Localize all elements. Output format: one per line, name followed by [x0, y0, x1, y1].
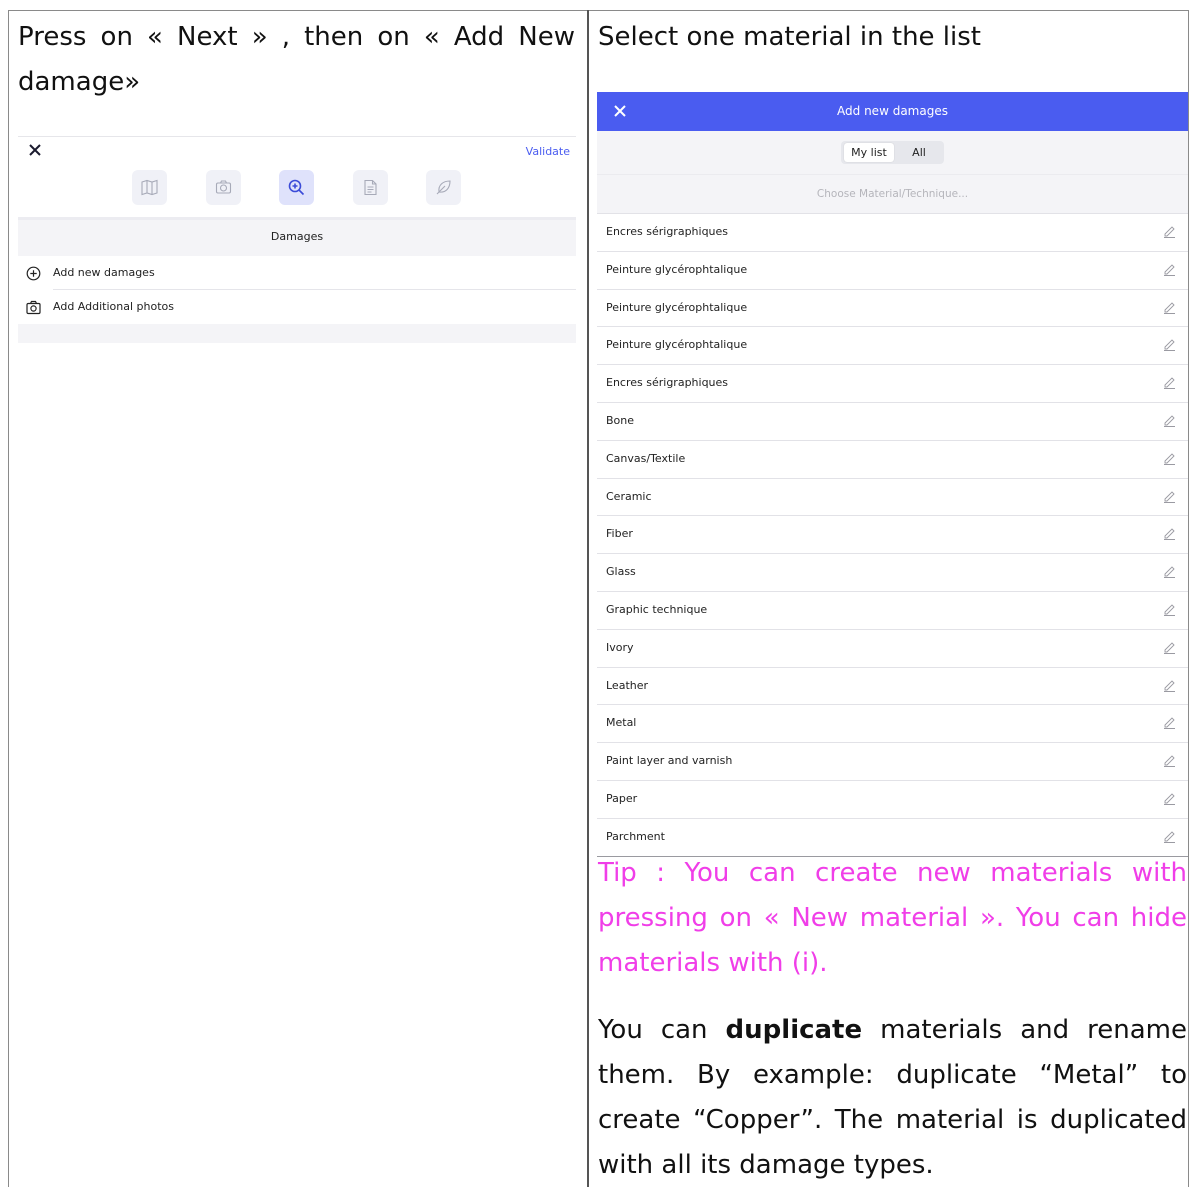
material-row[interactable]: Ivory [597, 628, 1188, 667]
material-name: Metal [606, 716, 637, 730]
material-name: Peinture glycérophtalique [606, 300, 748, 314]
add-additional-photos-button[interactable]: Add Additional photos [18, 290, 576, 324]
material-row[interactable]: Metal [597, 704, 1188, 742]
step-damages-button[interactable] [279, 170, 314, 205]
table-left-border [8, 10, 9, 1187]
material-row[interactable]: Encres sérigraphiques [597, 213, 1188, 251]
edit-pencil-icon[interactable] [1163, 338, 1176, 352]
material-row[interactable]: Peinture glycérophtalique [597, 288, 1188, 327]
edit-pencil-icon[interactable] [1163, 452, 1176, 465]
book-icon [141, 179, 158, 196]
note-text-before: You can [598, 1015, 726, 1045]
camera-icon [26, 300, 41, 315]
material-list: Encres sérigraphiques Peinture glycéropht… [597, 213, 1188, 856]
left-instruction: Press on « Next » , then on « Add New da… [18, 22, 575, 97]
validate-button[interactable]: Validate [526, 145, 570, 158]
edit-pencil-icon[interactable] [1163, 301, 1176, 314]
material-name: Encres sérigraphiques [606, 225, 729, 238]
edit-pencil-icon[interactable] [1163, 527, 1176, 541]
list-filter-bar: My list All [597, 131, 1188, 175]
material-name: Ivory [606, 640, 634, 654]
header-title: Add new damages [837, 104, 948, 118]
edit-pencil-icon[interactable] [1163, 225, 1176, 238]
edit-pencil-icon[interactable] [1163, 603, 1176, 616]
edit-pencil-icon[interactable] [1163, 565, 1176, 579]
material-name: Canvas/Textile [606, 451, 686, 465]
all-tab[interactable]: All [898, 143, 940, 162]
add-additional-photos-label: Add Additional photos [53, 300, 174, 313]
close-icon[interactable] [28, 143, 42, 157]
list-footer [18, 324, 576, 343]
material-row[interactable]: Ceramic [597, 477, 1188, 516]
step-document-button[interactable] [353, 170, 388, 205]
note-bold: duplicate [725, 1015, 863, 1045]
step-signature-button[interactable] [426, 170, 461, 205]
edit-pencil-icon[interactable] [1163, 792, 1176, 805]
edit-pencil-icon[interactable] [1163, 414, 1176, 427]
edit-pencil-icon[interactable] [1163, 830, 1176, 843]
edit-pencil-icon[interactable] [1163, 376, 1176, 390]
edit-pencil-icon[interactable] [1163, 263, 1176, 276]
material-name: Peinture glycérophtalique [606, 338, 748, 352]
material-row[interactable]: Canvas/Textile [597, 439, 1188, 478]
material-name: Glass [606, 565, 636, 579]
right-instruction: Select one material in the list [598, 22, 981, 52]
step-navigation [18, 170, 576, 205]
material-name: Bone [606, 413, 635, 427]
material-name: Parchment [606, 829, 665, 843]
material-row[interactable]: Glass [597, 553, 1188, 591]
material-name: Graphic technique [606, 602, 708, 616]
material-row[interactable]: Bone [597, 401, 1188, 440]
material-name: Paint layer and varnish [606, 754, 733, 768]
feather-icon [436, 180, 451, 195]
zoom-in-icon [288, 179, 305, 196]
step-camera-button[interactable] [206, 170, 241, 205]
material-row[interactable]: Fiber [597, 515, 1188, 553]
material-row[interactable]: Peinture glycérophtalique [597, 250, 1188, 289]
material-name: Ceramic [606, 489, 652, 503]
damages-toolbar: Validate [18, 136, 576, 217]
material-row[interactable]: Peinture glycérophtalique [597, 326, 1188, 364]
damages-section-header: Damages [18, 217, 576, 256]
material-name: Leather [606, 678, 649, 692]
material-name: Paper [606, 791, 638, 805]
material-search-input[interactable]: Choose Material/Technique... [597, 175, 1188, 213]
add-new-damages-label: Add new damages [53, 266, 155, 279]
damages-screen: Validate Damages Add new damages Add Add… [18, 136, 576, 343]
edit-pencil-icon[interactable] [1163, 490, 1176, 503]
material-row[interactable]: Parchment [597, 817, 1188, 856]
add-new-damages-button[interactable]: Add new damages [18, 256, 576, 290]
edit-pencil-icon[interactable] [1163, 754, 1176, 768]
material-row[interactable]: Encres sérigraphiques [597, 364, 1188, 402]
material-name: Peinture glycérophtalique [606, 262, 748, 276]
material-name: Fiber [606, 527, 633, 541]
add-damages-header: Add new damages [597, 92, 1188, 131]
material-row[interactable]: Graphic technique [597, 590, 1188, 629]
table-column-divider [587, 10, 589, 1187]
edit-pencil-icon[interactable] [1163, 641, 1176, 654]
step-book-button[interactable] [132, 170, 167, 205]
material-row[interactable]: Leather [597, 666, 1188, 705]
add-damages-screen: Add new damages My list All Choose Mater… [597, 92, 1188, 857]
material-name: Encres sérigraphiques [606, 376, 729, 390]
edit-pencil-icon[interactable] [1163, 716, 1176, 730]
material-row[interactable]: Paint layer and varnish [597, 742, 1188, 780]
material-row[interactable]: Paper [597, 779, 1188, 818]
list-segmented-control: My list All [841, 141, 944, 164]
document-icon [364, 179, 377, 196]
duplicate-note: You can duplicate materials and rename t… [598, 1008, 1187, 1188]
edit-pencil-icon[interactable] [1163, 679, 1176, 692]
camera-icon [215, 180, 232, 194]
tip-text: Tip : You can create new materials with … [598, 858, 1187, 978]
table-top-border [8, 10, 1189, 11]
my-list-tab[interactable]: My list [844, 143, 894, 162]
add-circle-icon [26, 266, 41, 281]
